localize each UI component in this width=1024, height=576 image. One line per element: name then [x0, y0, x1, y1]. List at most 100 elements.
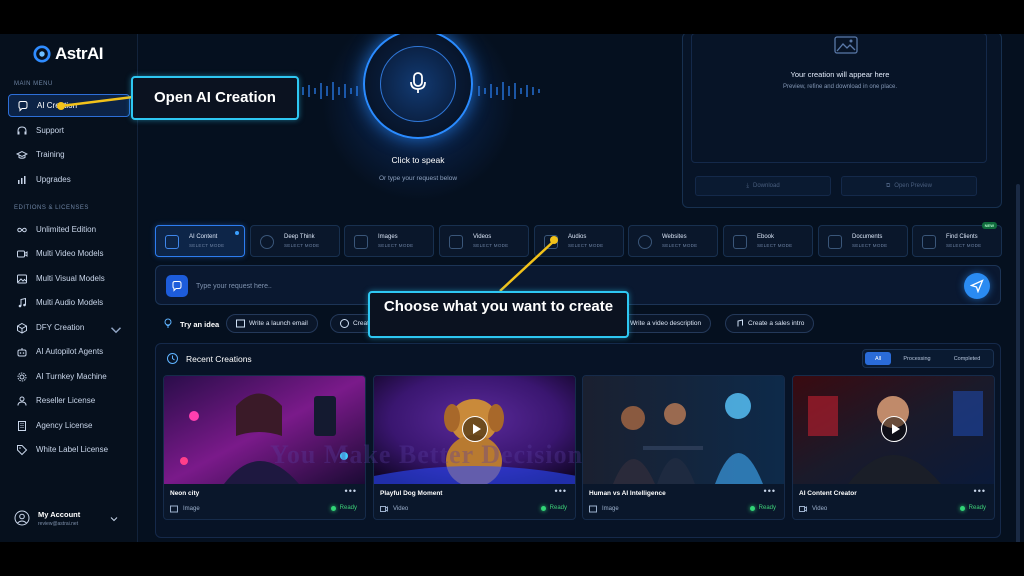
sound-wave-left — [296, 82, 358, 100]
sidebar-item-multi-video-models[interactable]: Multi Video Models — [8, 242, 130, 265]
sidebar-item-reseller-license[interactable]: Reseller License — [8, 389, 130, 412]
scrollbar[interactable] — [1016, 184, 1020, 542]
mode-websites[interactable]: Websites SELECT MODE — [628, 225, 718, 257]
play-button[interactable] — [462, 416, 488, 442]
editions-label: EDITIONS & LICENSES — [14, 205, 89, 211]
status-badge: Ready — [959, 505, 986, 511]
brain-icon — [260, 235, 274, 249]
sidebar-item-multi-visual-models[interactable]: Multi Visual Models — [8, 267, 130, 290]
account-name: My Account — [38, 510, 81, 519]
play-button[interactable] — [881, 416, 907, 442]
voice-subtitle: Or type your request below — [378, 175, 458, 182]
chip-label: Write a video description — [630, 320, 702, 327]
status-badge: Ready — [540, 505, 567, 511]
status-label: Ready — [968, 505, 986, 511]
account-menu[interactable]: My Account review@astrai.net — [8, 504, 130, 534]
chevron-down-icon — [110, 517, 118, 522]
status-label: Ready — [339, 505, 357, 511]
sidebar-item-label: Multi Audio Models — [36, 298, 104, 307]
sidebar-item-label: Multi Visual Models — [36, 274, 105, 283]
mode-label: AI Content — [189, 234, 218, 240]
sidebar-item-ai-creation[interactable]: AI Creation — [8, 94, 130, 117]
download-button[interactable]: ⤓ Download — [695, 176, 831, 196]
filter-completed[interactable]: Completed — [945, 352, 989, 365]
mode-ai-content[interactable]: AI Content SELECT MODE — [155, 225, 245, 257]
callout-choose-mode: Choose what you want to create — [368, 291, 629, 338]
mode-sublabel: SELECT MODE — [662, 243, 698, 248]
mode-documents[interactable]: Documents SELECT MODE — [818, 225, 908, 257]
card-title: AI Content Creator — [799, 490, 857, 497]
open-preview-button[interactable]: ⧉ Open Preview — [841, 176, 977, 196]
image-icon — [589, 505, 597, 513]
users-icon — [922, 235, 936, 249]
chevron-down-icon[interactable] — [110, 324, 122, 336]
sidebar-item-label: Training — [36, 150, 65, 159]
creation-card[interactable]: AI Content Creator ••• Video Ready — [792, 375, 995, 520]
idea-chip-launch-email[interactable]: Write a launch email — [226, 314, 318, 333]
sidebar: AstrAI MAIN MENU AI Creation Support Tra… — [0, 34, 138, 542]
image-icon — [170, 505, 178, 513]
mode-ebook[interactable]: Ebook SELECT MODE — [723, 225, 813, 257]
infinity-icon — [17, 227, 27, 232]
microphone-icon[interactable] — [405, 70, 431, 96]
mode-label: Audios — [568, 234, 587, 240]
mode-deep-think[interactable]: Deep Think SELECT MODE — [250, 225, 340, 257]
filter-processing[interactable]: Processing — [895, 352, 939, 365]
globe-icon — [340, 319, 349, 328]
status-badge: Ready — [749, 505, 776, 511]
sidebar-item-training[interactable]: Training — [8, 143, 130, 166]
more-options-icon[interactable]: ••• — [555, 486, 567, 496]
external-link-icon: ⧉ — [886, 182, 891, 189]
user-icon — [17, 396, 27, 406]
status-label: Ready — [549, 505, 567, 511]
filter-all[interactable]: All — [865, 352, 891, 365]
sidebar-item-dfy-creation[interactable]: DFY Creation — [8, 316, 130, 339]
status-dot — [540, 505, 546, 511]
tag-icon — [17, 444, 28, 455]
voice-title: Click to speak — [391, 155, 445, 165]
more-options-icon[interactable]: ••• — [345, 486, 357, 496]
sidebar-item-ai-turnkey-machine[interactable]: AI Turnkey Machine — [8, 365, 130, 388]
status-label: Ready — [758, 505, 776, 511]
download-label: Download — [752, 183, 780, 189]
mode-find-clients[interactable]: Find Clients SELECT MODE NEW — [912, 222, 1002, 257]
human-vs-ai-thumbnail[interactable] — [583, 376, 785, 484]
callout-open-ai-creation: Open AI Creation — [131, 76, 299, 120]
chip-label: Write a launch email — [249, 320, 308, 327]
gear-icon — [17, 372, 27, 381]
sidebar-item-white-label-license[interactable]: White Label License — [8, 438, 130, 461]
cube-icon — [17, 322, 27, 334]
status-dot — [749, 505, 755, 511]
sidebar-item-multi-audio-models[interactable]: Multi Audio Models — [8, 291, 130, 314]
chat-mode-icon[interactable] — [166, 275, 188, 297]
mode-sublabel: SELECT MODE — [852, 243, 888, 248]
card-title: Neon city — [170, 490, 200, 497]
sidebar-item-upgrades[interactable]: Upgrades — [8, 168, 130, 191]
music-note-icon — [544, 235, 558, 249]
brand-name: AstrAI — [55, 44, 104, 63]
more-options-icon[interactable]: ••• — [764, 486, 776, 496]
video-letterbox-bottom — [0, 542, 1024, 576]
brand-logo[interactable]: AstrAI — [33, 44, 104, 64]
sidebar-item-support[interactable]: Support — [8, 119, 130, 142]
card-type: Video — [380, 505, 408, 513]
sidebar-item-unlimited-edition[interactable]: Unlimited Edition — [8, 218, 130, 241]
sidebar-item-label: AI Creation — [37, 101, 78, 110]
music-note-icon — [18, 297, 26, 307]
idea-chip-video-description[interactable]: Write a video description — [620, 314, 712, 333]
sidebar-item-label: Upgrades — [36, 175, 71, 184]
chat-bubble-icon — [165, 235, 179, 249]
card-type-label: Video — [393, 506, 409, 512]
idea-chip-sales-intro[interactable]: Create a sales intro — [725, 314, 815, 333]
mode-videos[interactable]: Videos SELECT MODE — [439, 225, 529, 257]
watermark-text: You Make Better Decision — [270, 440, 584, 469]
mode-images[interactable]: Images SELECT MODE — [344, 225, 434, 257]
sidebar-item-ai-autopilot-agents[interactable]: AI Autopilot Agents — [8, 340, 130, 363]
mode-label: Videos — [473, 234, 492, 240]
mode-audios[interactable]: Audios SELECT MODE — [534, 225, 624, 257]
more-options-icon[interactable]: ••• — [974, 486, 986, 496]
preview-subtitle: Preview, refine and download in one plac… — [782, 84, 898, 90]
sidebar-item-agency-license[interactable]: Agency License — [8, 414, 130, 437]
send-button[interactable] — [964, 273, 990, 299]
creation-card[interactable]: Human vs AI Intelligence ••• Image Ready — [582, 375, 785, 520]
